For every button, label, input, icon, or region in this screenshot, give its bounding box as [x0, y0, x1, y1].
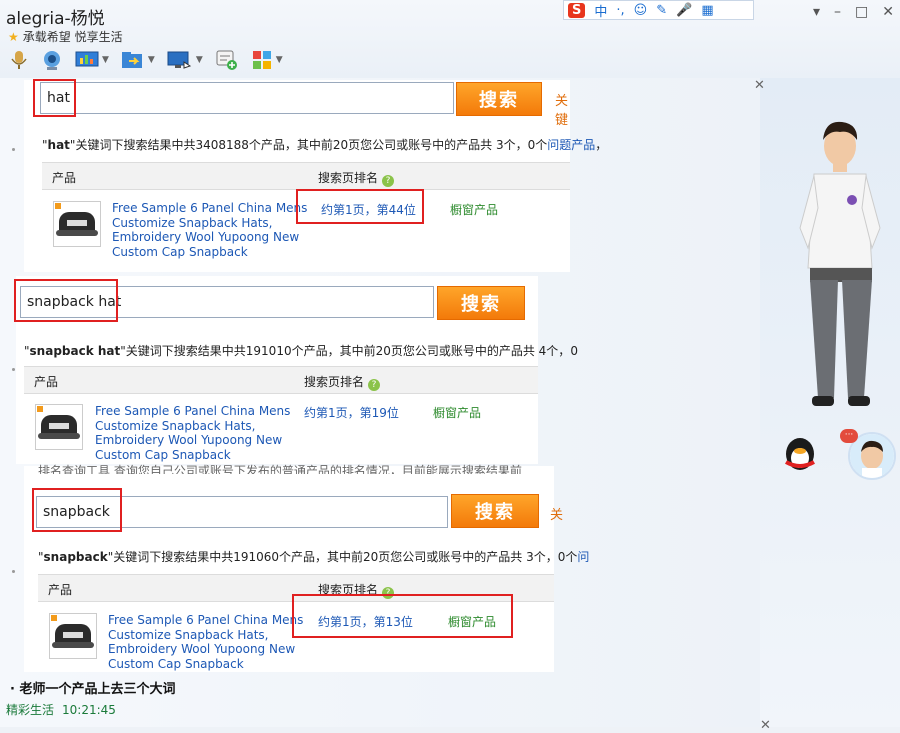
sidebar-close-button[interactable]: ✕	[754, 78, 765, 93]
search-button[interactable]: 搜索	[451, 494, 539, 528]
maximize-button[interactable]: □	[855, 4, 868, 20]
col-product: 产品	[34, 375, 59, 389]
ime-toolbar[interactable]: S 中 ·, ☺ ✎ 🎤 ▦	[563, 0, 754, 20]
ime-emoji-icon[interactable]: ☺	[634, 3, 648, 18]
app-grid-icon	[252, 51, 271, 69]
highlight-box	[33, 79, 76, 117]
window-controls: ▾ – □ ✕	[813, 4, 894, 20]
add-app-button[interactable]	[212, 47, 242, 73]
ime-grid-icon[interactable]: ▦	[701, 3, 713, 18]
signature[interactable]: ★ 承载希望 悦享生活	[8, 28, 123, 45]
screen-share-button[interactable]: ▼	[72, 47, 112, 73]
minimize-button[interactable]: –	[834, 4, 841, 20]
search-summary: "hat"关键词下搜索结果中共3408188个产品，其中前20页您公司或账号中的…	[42, 138, 608, 152]
screenshot-hat: hat 搜索 关键 "hat"关键词下搜索结果中共3408188个产品，其中前2…	[24, 80, 607, 272]
remote-desktop-button[interactable]: ▼	[164, 47, 206, 73]
problem-products-link[interactable]: 问	[577, 550, 589, 564]
flag-icon	[51, 615, 57, 621]
ime-punct-icon[interactable]: ·,	[616, 3, 624, 18]
file-transfer-button[interactable]: ▼	[118, 47, 158, 73]
chat-toolbar: ▼ ▼ ▼ ▼	[6, 46, 286, 74]
bullet-dot	[12, 148, 15, 151]
sogou-logo-icon: S	[568, 2, 586, 18]
chat-message-text: 老师一个产品上去三个大词	[19, 682, 176, 697]
col-rank: 搜索页排名?	[318, 169, 395, 187]
chevron-down-icon: ▼	[275, 55, 283, 65]
product-thumbnail[interactable]	[53, 201, 101, 247]
close-button[interactable]: ✕	[882, 4, 894, 20]
summary-text: 关键词下搜索结果中共3408188个产品，其中前20页您公司或账号中的产品共 3…	[75, 138, 548, 152]
screen-share-icon	[75, 51, 99, 67]
webcam-icon	[44, 51, 60, 70]
chevron-down-icon: ▼	[195, 55, 203, 65]
col-product: 产品	[48, 583, 73, 597]
col-product: 产品	[52, 171, 77, 185]
remote-desktop-icon	[167, 51, 191, 69]
product-thumbnail[interactable]	[49, 613, 97, 659]
highlight-box	[296, 189, 424, 224]
microphone-button[interactable]	[6, 47, 32, 73]
window-product-badge: 橱窗产品	[433, 406, 482, 420]
search-input[interactable]: hat	[40, 82, 454, 114]
search-button[interactable]: 搜索	[456, 82, 542, 116]
keyword-link[interactable]: 关	[550, 504, 563, 523]
title-bar: alegria-杨悦 ★ 承载希望 悦享生活 ▼ ▼ ▼ ▼ S 中 ·, ☺ …	[0, 0, 900, 78]
results-table-header: 产品 搜索页排名?	[42, 162, 570, 190]
clipped-header: 排名查询工具 查询您自己公司或账号下发布的普通产品的排名情况，目前能展示搜索结果…	[38, 464, 522, 474]
flag-icon	[55, 203, 61, 209]
help-icon[interactable]: ?	[382, 175, 395, 187]
problem-products-link[interactable]: 问题产品	[547, 138, 595, 152]
chevron-down-icon: ▼	[102, 55, 109, 65]
notification-badge: ···	[840, 429, 858, 443]
show-avatar-figure[interactable]	[790, 118, 890, 408]
highlight-box	[14, 279, 118, 322]
signature-text: 承载希望 悦享生活	[22, 30, 123, 44]
sidebar-bottom-close-button[interactable]: ✕	[760, 718, 771, 733]
summary-text: 关键词下搜索结果中共191060个产品，其中前20页您公司或账号中的产品共 3个…	[113, 550, 578, 564]
ime-voice-icon[interactable]: 🎤	[676, 3, 692, 18]
message-meta: 精彩生活 10:21:45	[6, 701, 116, 718]
ime-pen-icon[interactable]: ✎	[656, 3, 667, 18]
col-rank-label: 搜索页排名	[304, 375, 365, 389]
summary-tail: 0	[570, 344, 578, 358]
search-button[interactable]: 搜索	[437, 286, 525, 320]
highlight-box	[292, 594, 513, 638]
bullet-dot	[12, 368, 15, 371]
search-summary: "snapback"关键词下搜索结果中共191060个产品，其中前20页您公司或…	[38, 550, 590, 564]
flag-icon	[37, 406, 43, 412]
col-rank: 搜索页排名?	[304, 373, 381, 391]
avatar-face-icon	[850, 434, 894, 478]
chevron-down-icon: ▼	[147, 55, 155, 65]
file-transfer-icon	[121, 52, 142, 68]
rank-value: 约第1页，第19位	[304, 406, 399, 420]
ime-mode[interactable]: 中	[594, 1, 607, 20]
window-title: alegria-杨悦	[6, 9, 105, 29]
window-product-badge: 橱窗产品	[450, 203, 499, 217]
keyword-link[interactable]: 关键	[555, 90, 570, 128]
app-grid-button[interactable]: ▼	[248, 47, 286, 73]
summary-keyword: snapback	[43, 550, 108, 564]
summary-keyword: hat	[47, 138, 70, 152]
product-thumbnail[interactable]	[35, 404, 83, 450]
summary-keyword: snapback hat	[29, 344, 121, 358]
bullet-dot	[12, 570, 15, 573]
sender-name[interactable]: 精彩生活	[6, 703, 54, 717]
summary-tail: ，	[595, 138, 608, 152]
product-name-link[interactable]: Free Sample 6 Panel China Mens Customize…	[95, 404, 315, 462]
summary-text: 关键词下搜索结果中共191010个产品，其中前20页您公司或账号中的产品共 4个…	[125, 344, 571, 358]
help-icon[interactable]: ?	[368, 379, 381, 391]
qq-penguin-icon[interactable]	[778, 436, 820, 474]
search-summary: "snapback hat"关键词下搜索结果中共191010个产品，其中前20页…	[24, 344, 578, 358]
chat-message: · 老师一个产品上去三个大词	[10, 682, 176, 697]
webcam-button[interactable]	[38, 47, 66, 73]
message-time: 10:21:45	[62, 703, 116, 717]
col-rank-label: 搜索页排名	[318, 171, 379, 185]
star-icon: ★	[8, 30, 19, 44]
results-table-header: 产品 搜索页排名?	[24, 366, 538, 394]
highlight-box	[32, 488, 122, 532]
add-app-icon	[216, 50, 237, 70]
menu-arrow-icon[interactable]: ▾	[813, 4, 820, 20]
microphone-icon	[11, 51, 27, 69]
